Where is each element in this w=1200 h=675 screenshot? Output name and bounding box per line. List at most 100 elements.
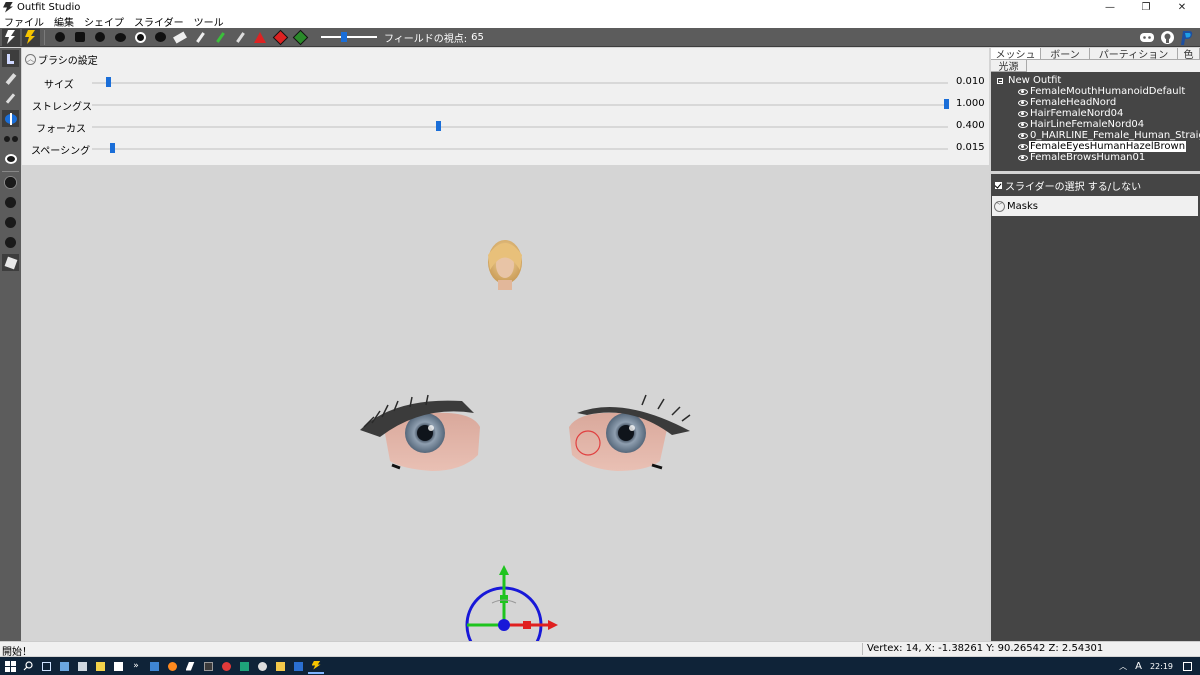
firefox-icon[interactable] bbox=[164, 658, 180, 674]
tray-chevron-icon[interactable]: ︿ bbox=[1119, 661, 1127, 672]
github-icon[interactable] bbox=[1158, 29, 1176, 46]
panel-divider[interactable] bbox=[991, 171, 1200, 174]
menu-tools[interactable]: ツール bbox=[194, 14, 224, 29]
eraser-icon[interactable] bbox=[171, 29, 189, 46]
collapse-chevron-icon[interactable]: ︿ bbox=[25, 54, 36, 65]
paypal-icon[interactable] bbox=[1178, 29, 1196, 46]
menu-slider[interactable]: スライダー bbox=[134, 14, 184, 29]
visibility-eye-icon[interactable] bbox=[1018, 143, 1028, 150]
split-edge-icon[interactable] bbox=[291, 29, 309, 46]
expand-chevron-icon[interactable]: ﹀ bbox=[994, 200, 1005, 212]
mesh-item[interactable]: HairFemaleNord04 bbox=[1018, 108, 1124, 119]
app-icon[interactable] bbox=[182, 658, 198, 674]
3d-viewport[interactable] bbox=[22, 165, 989, 641]
lighting-icon[interactable] bbox=[2, 214, 19, 231]
flip-edge-icon[interactable] bbox=[271, 29, 289, 46]
transform-tool-icon[interactable] bbox=[22, 28, 40, 46]
notes-icon[interactable] bbox=[92, 658, 108, 674]
task-view-icon[interactable] bbox=[38, 658, 54, 674]
notifications-icon[interactable] bbox=[1183, 661, 1192, 671]
computer-icon[interactable] bbox=[56, 658, 72, 674]
settings-icon[interactable] bbox=[254, 658, 270, 674]
x-mirror-icon[interactable] bbox=[2, 110, 19, 127]
brush-size-thumb[interactable] bbox=[105, 77, 111, 87]
move-brush-icon[interactable] bbox=[91, 29, 109, 46]
brush-focus-thumb[interactable] bbox=[435, 121, 441, 131]
visibility-eye-icon[interactable] bbox=[1018, 99, 1028, 106]
terminal-icon[interactable] bbox=[290, 658, 306, 674]
visibility-eye-icon[interactable] bbox=[1018, 110, 1028, 117]
close-button[interactable]: ✕ bbox=[1164, 0, 1200, 14]
pin-icon[interactable] bbox=[2, 70, 19, 87]
brush-spacing-slider[interactable] bbox=[92, 148, 948, 150]
tree-root[interactable]: New Outfit bbox=[997, 75, 1061, 86]
clock[interactable]: 22:19 bbox=[1150, 662, 1173, 671]
menu-file[interactable]: ファイル bbox=[4, 14, 44, 29]
menu-edit[interactable]: 編集 bbox=[54, 14, 74, 29]
restore-button[interactable]: ❐ bbox=[1128, 0, 1164, 14]
color-mode-icon[interactable] bbox=[2, 254, 19, 271]
brush-size-slider[interactable] bbox=[92, 82, 948, 84]
tab-bones[interactable]: ボーン bbox=[1041, 48, 1090, 61]
brush-strength-thumb[interactable] bbox=[943, 99, 949, 109]
mail-icon[interactable] bbox=[146, 658, 162, 674]
weight-brush-icon[interactable] bbox=[191, 29, 209, 46]
visibility-eye-icon[interactable] bbox=[1018, 154, 1028, 161]
mesh-item[interactable]: 0_HAIRLINE_Female_Human_Straight bbox=[1018, 130, 1200, 141]
record-icon[interactable] bbox=[218, 658, 234, 674]
standard-brush-icon[interactable] bbox=[51, 29, 69, 46]
deflate-brush-icon[interactable] bbox=[71, 29, 89, 46]
visibility-eye-icon[interactable] bbox=[1018, 132, 1028, 139]
calculator-icon[interactable] bbox=[74, 658, 90, 674]
ime-indicator[interactable]: A bbox=[1135, 661, 1142, 672]
tab-colors[interactable]: 色 bbox=[1178, 48, 1200, 61]
transform-gizmo[interactable] bbox=[465, 565, 558, 641]
search-icon[interactable] bbox=[20, 658, 36, 674]
overflow-icon[interactable]: » bbox=[128, 658, 144, 674]
checkbox-icon[interactable] bbox=[995, 181, 1002, 189]
visibility-eye-icon[interactable] bbox=[1018, 121, 1028, 128]
collapse-box-icon[interactable] bbox=[997, 77, 1003, 84]
game-icon[interactable] bbox=[200, 658, 216, 674]
select-tool-icon[interactable] bbox=[2, 28, 20, 46]
select-mode-icon[interactable] bbox=[2, 50, 19, 67]
mask-brush-icon[interactable] bbox=[131, 29, 149, 46]
unmask-brush-icon[interactable] bbox=[151, 29, 169, 46]
outfit-studio-icon[interactable] bbox=[308, 658, 324, 674]
brush-settings-header[interactable]: ︿ ブラシの設定 bbox=[25, 52, 98, 67]
tab-partitions[interactable]: パーティション bbox=[1090, 48, 1178, 61]
document-icon[interactable] bbox=[110, 658, 126, 674]
mesh-item[interactable]: FemaleMouthHumanoidDefault bbox=[1018, 86, 1186, 97]
global-brush-icon[interactable] bbox=[2, 150, 19, 167]
chat-icon[interactable] bbox=[236, 658, 252, 674]
brush-focus-slider[interactable] bbox=[92, 126, 948, 128]
brush-spacing-thumb[interactable] bbox=[110, 143, 116, 153]
color-brush-icon[interactable] bbox=[211, 29, 229, 46]
tab-lights[interactable]: 光源 bbox=[991, 60, 1027, 73]
left-toolbar bbox=[0, 48, 21, 641]
visibility-eye-icon[interactable] bbox=[1018, 88, 1028, 95]
smooth-brush-icon[interactable] bbox=[111, 29, 129, 46]
fov-slider[interactable] bbox=[321, 29, 377, 46]
mesh-item[interactable]: FemaleBrowsHuman01 bbox=[1018, 152, 1146, 163]
menu-shape[interactable]: シェイプ bbox=[84, 14, 124, 29]
masks-section[interactable]: ﹀ Masks bbox=[992, 196, 1198, 216]
mesh-item-selected[interactable]: FemaleEyesHumanHazelBrown bbox=[1018, 141, 1187, 152]
discord-icon[interactable] bbox=[1138, 29, 1156, 46]
vertex-icon[interactable] bbox=[2, 174, 19, 191]
mesh-item[interactable]: FemaleHeadNord bbox=[1018, 97, 1117, 108]
minimize-button[interactable]: — bbox=[1092, 0, 1128, 14]
alpha-brush-icon[interactable] bbox=[231, 29, 249, 46]
brush-strength-slider[interactable] bbox=[92, 104, 948, 106]
wireframe-icon[interactable] bbox=[2, 194, 19, 211]
brush-strength-row: ストレングス 1.000 bbox=[22, 96, 989, 114]
connected-icon[interactable] bbox=[2, 130, 19, 147]
slider-select-toggle[interactable]: スライダーの選択 する/しない bbox=[991, 175, 1200, 195]
mesh-item[interactable]: HairLineFemaleNord04 bbox=[1018, 119, 1145, 130]
texture-icon[interactable] bbox=[2, 234, 19, 251]
pen-icon[interactable] bbox=[2, 90, 19, 107]
folder-icon[interactable] bbox=[272, 658, 288, 674]
brush-settings-title: ブラシの設定 bbox=[38, 56, 98, 67]
collapse-vertex-icon[interactable] bbox=[251, 29, 269, 46]
start-icon[interactable] bbox=[2, 658, 18, 674]
